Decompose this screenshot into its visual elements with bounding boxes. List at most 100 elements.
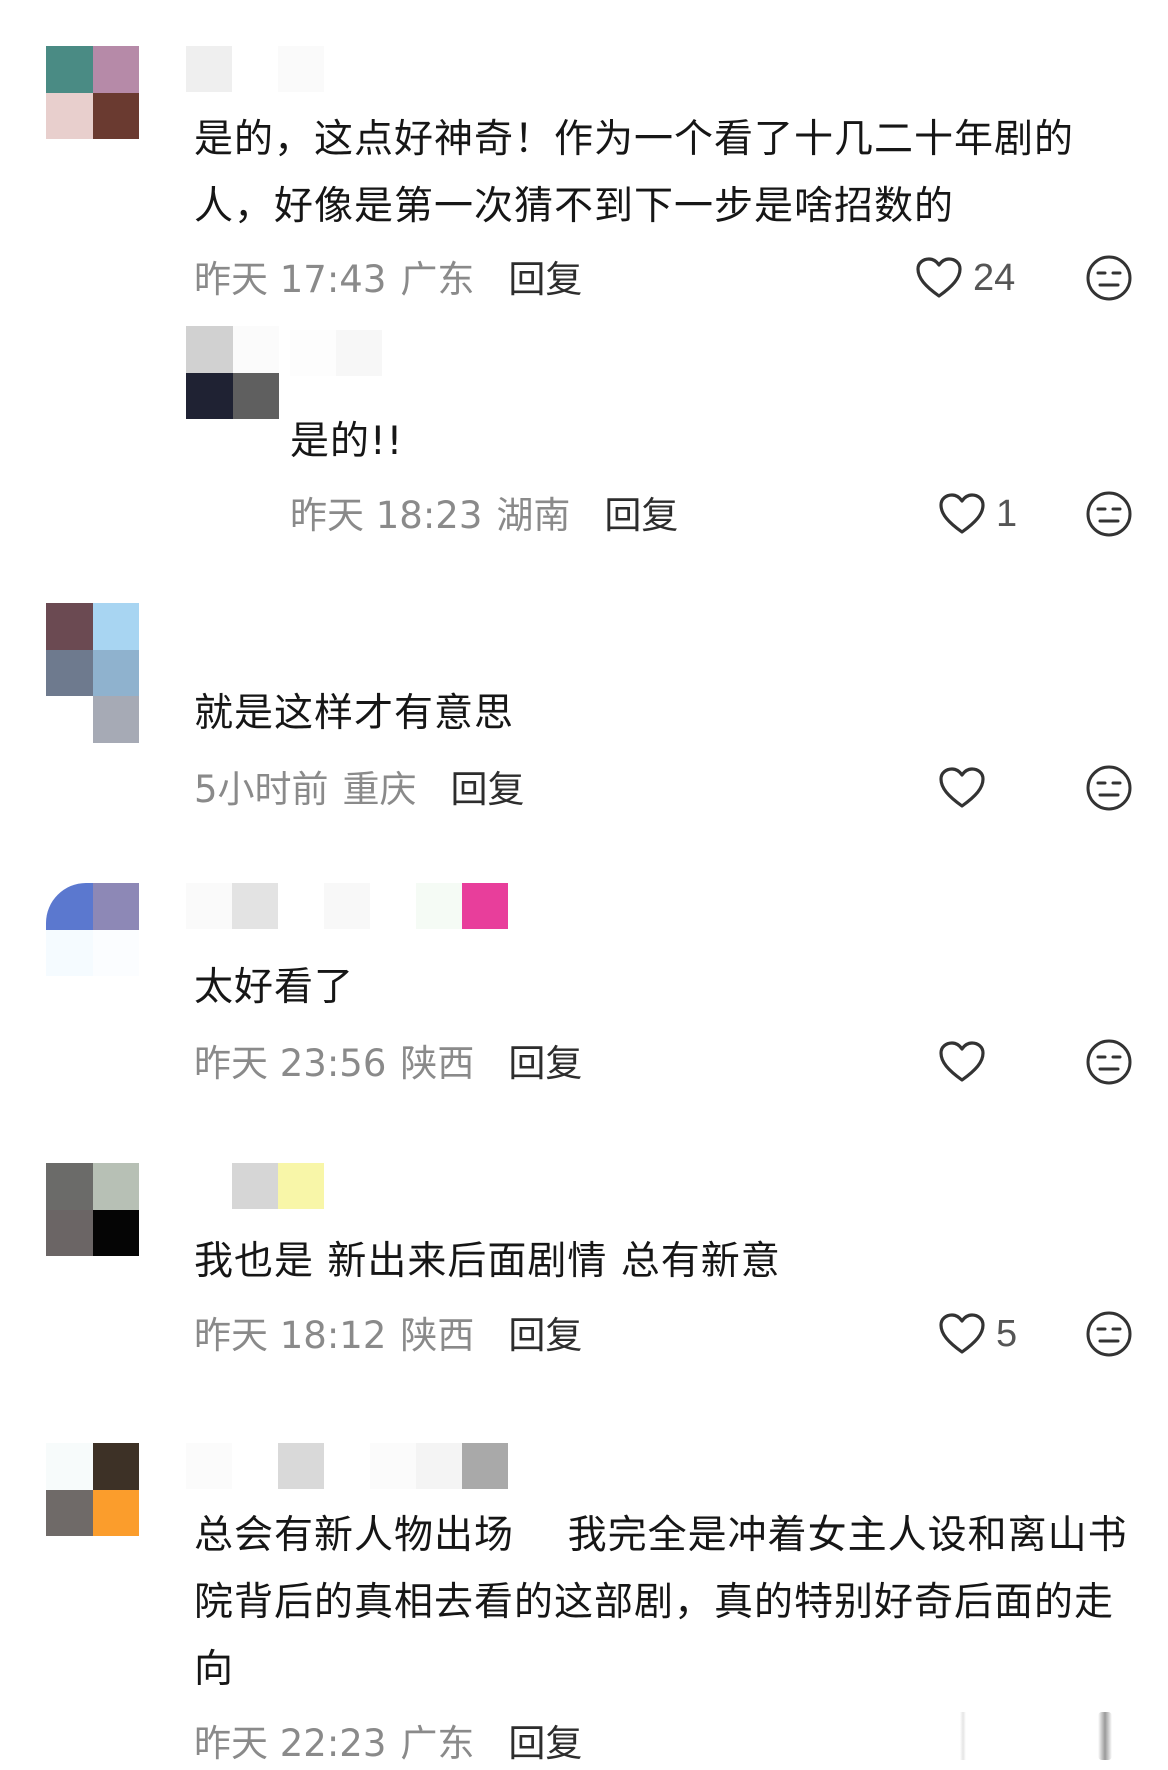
comment-text: 太好看了	[194, 965, 355, 1010]
name-pixel	[278, 1163, 324, 1209]
name-pixel	[462, 1443, 508, 1489]
avatar-pixel	[186, 326, 233, 373]
scroll-indicator	[1098, 1712, 1112, 1760]
comment-location: 广东	[400, 1722, 475, 1765]
username-blurred[interactable]	[290, 330, 428, 376]
avatar-pixel	[46, 1443, 93, 1490]
heart-outline-icon	[938, 1040, 986, 1084]
avatar-pixel	[46, 649, 93, 697]
name-pixel	[370, 883, 416, 929]
reply-button[interactable]: 回复	[451, 759, 525, 813]
name-pixel	[278, 883, 324, 929]
scroll-indicator-faint	[960, 1712, 966, 1760]
avatar[interactable]	[186, 326, 279, 419]
avatar-pixel	[92, 1443, 139, 1490]
neutral-face-icon[interactable]	[1085, 1310, 1133, 1358]
avatar[interactable]	[46, 1163, 139, 1256]
comment-time: 昨天 17:43	[194, 258, 387, 301]
avatar-pixel	[46, 603, 93, 650]
name-pixel	[232, 883, 278, 929]
avatar-pixel	[92, 929, 139, 976]
name-pixel	[382, 330, 428, 376]
comment-location: 重庆	[342, 768, 417, 811]
comment-time: 昨天 23:56	[194, 1042, 387, 1085]
heart-outline-icon	[915, 256, 963, 300]
comment-location: 陕西	[400, 1314, 475, 1357]
name-pixel	[186, 1163, 232, 1209]
name-pixel	[232, 1443, 278, 1489]
comment-meta: 昨天 23:56 陕西 回复	[194, 1034, 582, 1086]
name-pixel	[186, 46, 232, 92]
name-pixel	[416, 1443, 462, 1489]
name-pixel	[370, 1443, 416, 1489]
heart-outline-icon	[938, 492, 986, 536]
avatar-pixel	[46, 929, 93, 976]
reply-button[interactable]: 回复	[508, 249, 582, 303]
avatar-pixel	[232, 326, 279, 373]
name-pixel	[462, 883, 508, 929]
like-button[interactable]	[938, 1036, 996, 1088]
avatar-pixel	[46, 883, 93, 930]
name-pixel	[324, 1443, 370, 1489]
heart-outline-icon	[938, 1312, 986, 1356]
neutral-face-icon[interactable]	[1085, 1038, 1133, 1086]
comment-time: 昨天 22:23	[194, 1722, 387, 1765]
avatar-pixel	[92, 1489, 139, 1536]
avatar[interactable]	[46, 46, 139, 139]
avatar-pixel	[92, 92, 139, 139]
name-pixel	[186, 883, 232, 929]
name-pixel	[336, 330, 382, 376]
neutral-face-icon[interactable]	[1085, 254, 1133, 302]
name-pixel	[278, 46, 324, 92]
reply-time: 昨天 18:23	[290, 494, 483, 537]
name-pixel	[232, 1163, 278, 1209]
comment-text: 就是这样才有意思	[194, 691, 515, 736]
avatar-pixel	[46, 1489, 93, 1536]
reply-button[interactable]: 回复	[508, 1713, 582, 1767]
avatar-pixel	[46, 46, 93, 93]
name-pixel	[416, 883, 462, 929]
name-pixel	[232, 46, 278, 92]
avatar-pixel	[92, 1163, 139, 1210]
neutral-face-icon[interactable]	[1085, 490, 1133, 538]
like-button[interactable]: 5	[938, 1308, 1017, 1360]
avatar-pixel	[186, 372, 233, 419]
reply-text: 是的!!	[290, 419, 404, 464]
avatar[interactable]	[46, 603, 139, 743]
comment-time: 5小时前	[194, 768, 329, 811]
name-pixel	[324, 883, 370, 929]
avatar-pixel	[92, 1209, 139, 1256]
like-count: 5	[996, 1312, 1018, 1355]
username-blurred[interactable]	[186, 46, 324, 92]
avatar-pixel	[46, 92, 93, 139]
avatar-pixel	[92, 883, 139, 930]
comment-time: 昨天 18:12	[194, 1314, 387, 1357]
avatar[interactable]	[46, 1443, 139, 1536]
username-blurred[interactable]	[186, 1163, 324, 1209]
like-button[interactable]: 24	[915, 252, 1015, 304]
avatar-pixel	[46, 1209, 93, 1256]
avatar-pixel	[92, 603, 139, 650]
comment-meta: 昨天 18:12 陕西 回复	[194, 1306, 582, 1358]
like-count: 24	[973, 256, 1016, 299]
avatar-pixel	[92, 696, 139, 743]
reply-location: 湖南	[496, 494, 571, 537]
avatar-pixel	[92, 46, 139, 93]
username-blurred[interactable]	[186, 883, 508, 929]
comment-location: 广东	[400, 258, 475, 301]
reply-button[interactable]: 回复	[508, 1305, 582, 1359]
avatar-pixel	[232, 372, 279, 419]
avatar[interactable]	[46, 883, 139, 976]
avatar-pixel	[46, 696, 93, 743]
heart-outline-icon	[938, 766, 986, 810]
like-button[interactable]: 1	[938, 488, 1017, 540]
neutral-face-icon[interactable]	[1085, 764, 1133, 812]
like-button[interactable]	[938, 762, 996, 814]
comment-text: 我也是 新出来后面剧情 总有新意	[194, 1239, 781, 1284]
username-blurred[interactable]	[186, 1443, 508, 1489]
name-pixel	[278, 1443, 324, 1489]
reply-button[interactable]: 回复	[604, 485, 678, 539]
reply-button[interactable]: 回复	[508, 1033, 582, 1087]
comment-meta: 5小时前 重庆 回复	[194, 760, 525, 812]
avatar-pixel	[46, 1163, 93, 1210]
